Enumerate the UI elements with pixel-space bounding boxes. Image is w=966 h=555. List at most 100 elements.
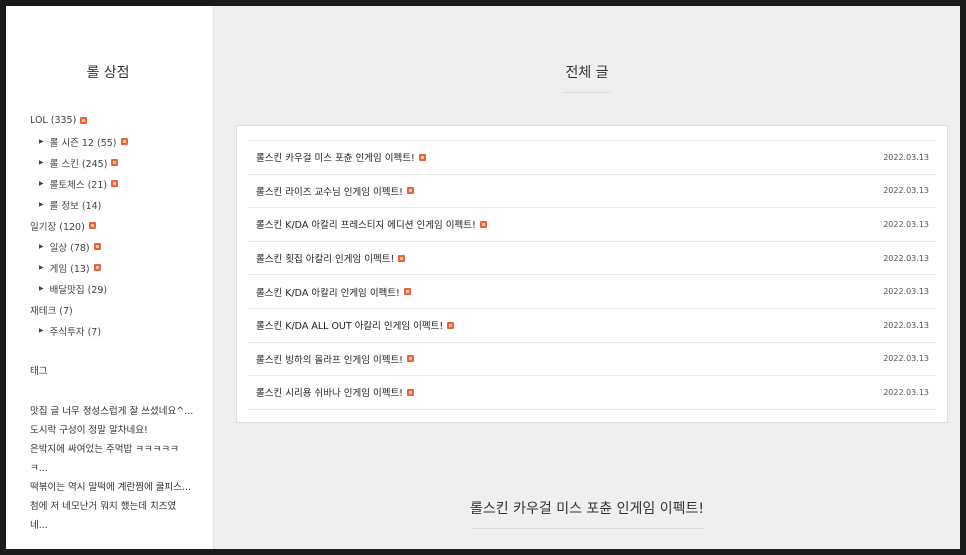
new-badge-icon — [479, 220, 487, 228]
post-row[interactable]: 롤스킨 시리용 쉬바나 인게임 이펙트! 2022.03.13 — [248, 376, 937, 410]
recent-comment[interactable]: 맛집 글 너무 정성스럽게 잘 쓰셨네요^... — [30, 402, 202, 421]
subcategory-item[interactable]: ▶ 주식투자 (7) — [30, 320, 210, 341]
post-title-link[interactable]: 롤스킨 K/DA 아칼리 프레스티지 에디션 인게임 이펙트! — [256, 217, 487, 231]
recent-comments: 맛집 글 너무 정성스럽게 잘 쓰셨네요^... 도시락 구성이 정말 알차네요!… — [30, 402, 202, 535]
new-badge-icon — [447, 321, 455, 329]
subcategory-item[interactable]: ▶ 일상 (78) — [30, 236, 210, 257]
comment-text: 떡볶이는 역시 말떡에 계란찜에 쿨피스... — [30, 482, 191, 493]
post-row[interactable]: 롤스킨 K/DA 아칼리 프레스티지 에디션 인게임 이펙트! 2022.03.1… — [248, 208, 937, 242]
post-title: 롤스킨 라이즈 교수님 인게임 이펙트! — [256, 186, 403, 198]
category-label: 롤토체스 (21) — [49, 179, 108, 191]
subcategory-item[interactable]: ▶ 롤 시즌 12 (55) — [30, 131, 210, 152]
triangle-right-icon: ▶ — [39, 285, 44, 292]
featured-title-underline — [471, 528, 703, 529]
new-badge-icon — [111, 159, 119, 166]
post-title: 롤스킨 시리용 쉬바나 인게임 이펙트! — [256, 388, 403, 400]
post-row[interactable]: 롤스킨 카우걸 미스 포츈 인게임 이펙트! 2022.03.13 — [248, 141, 937, 175]
post-title-link[interactable]: 롤스킨 K/DA ALL OUT 아칼리 인게임 이펙트! — [256, 318, 455, 333]
new-badge-icon — [120, 138, 128, 145]
post-row[interactable]: 롤스킨 횟집 아칼리 인게임 이펙트! 2022.03.13 — [248, 242, 937, 276]
new-badge-icon — [88, 222, 96, 229]
category-label: 재테크 (7) — [30, 305, 73, 317]
category-label: 롤 정보 (14) — [49, 200, 102, 212]
tag-heading: 태그 — [30, 366, 48, 377]
page-frame: 롤 상점 LOL (335) ▶ 롤 시즌 12 (55) ▶ 롤 스킨 (245) ▶ 롤… — [6, 6, 960, 549]
subcategory-item[interactable]: ▶ 게임 (13) — [30, 257, 210, 278]
recent-comment[interactable]: 도시락 구성이 정말 알차네요! — [30, 421, 202, 440]
category-item[interactable]: LOL (335) — [30, 110, 210, 131]
title-underline — [563, 92, 611, 93]
post-date: 2022.03.13 — [883, 152, 929, 162]
comment-text: 맛집 글 너무 정성스럽게 잘 쓰셨네요^... — [30, 406, 194, 417]
triangle-right-icon: ▶ — [39, 201, 44, 208]
post-title: 롤스킨 횟집 아칼리 인게임 이펙트! — [256, 254, 395, 266]
post-date: 2022.03.13 — [883, 320, 929, 330]
sidebar: 롤 상점 LOL (335) ▶ 롤 시즌 12 (55) ▶ 롤 스킨 (245) ▶ 롤… — [6, 6, 214, 549]
recent-comment[interactable]: 은박지에 싸여있는 주먹밥 ㅋㅋㅋㅋㅋ ㅋ... — [30, 440, 202, 478]
post-row[interactable]: 롤스킨 빙하의 올라프 인게임 이펙트! 2022.03.13 — [248, 343, 937, 377]
post-date: 2022.03.13 — [883, 354, 929, 364]
featured-post-title: 롤스킨 카우걸 미스 포츈 인게임 이펙트! — [214, 498, 960, 529]
comment-text: 네... — [30, 520, 48, 531]
post-date: 2022.03.13 — [883, 186, 929, 196]
recent-comment[interactable]: 떡볶이는 역시 말떡에 계란찜에 쿨피스... — [30, 478, 202, 497]
featured-post-title-text[interactable]: 롤스킨 카우걸 미스 포츈 인게임 이펙트! — [470, 501, 704, 517]
post-title: 롤스킨 빙하의 올라프 인게임 이펙트! — [256, 354, 403, 366]
category-label: LOL (335) — [30, 115, 77, 126]
new-badge-icon — [407, 388, 414, 396]
triangle-right-icon: ▶ — [39, 138, 44, 145]
post-title: 롤스킨 카우걸 미스 포츈 인게임 이펙트! — [256, 153, 415, 165]
triangle-right-icon: ▶ — [39, 264, 44, 271]
post-date: 2022.03.13 — [883, 253, 929, 263]
post-row[interactable]: 롤스킨 K/DA ALL OUT 아칼리 인게임 이펙트! 2022.03.13 — [248, 309, 937, 343]
post-title-link[interactable]: 롤스킨 라이즈 교수님 인게임 이펙트! — [256, 184, 414, 198]
post-date: 2022.03.13 — [883, 287, 929, 297]
new-badge-icon — [80, 117, 88, 124]
blog-title[interactable]: 롤 상점 — [6, 62, 210, 82]
new-badge-icon — [407, 187, 414, 195]
new-badge-icon — [398, 254, 406, 262]
category-label: 일기장 (120) — [30, 221, 85, 233]
comment-text: 은박지에 싸여있는 주먹밥 ㅋㅋㅋㅋㅋ — [30, 444, 179, 455]
category-label: 주식투자 (7) — [49, 326, 102, 338]
new-badge-icon — [418, 153, 426, 161]
new-badge-icon — [111, 180, 119, 187]
comment-text: 도시락 구성이 정말 알차네요! — [30, 425, 148, 436]
category-label: 배달맛집 (29) — [49, 284, 108, 296]
triangle-right-icon: ▶ — [39, 180, 44, 187]
triangle-right-icon: ▶ — [39, 327, 44, 334]
subcategory-item[interactable]: ▶ 롤 스킨 (245) — [30, 152, 210, 173]
new-badge-icon — [93, 264, 101, 271]
post-row[interactable]: 롤스킨 K/DA 아칼리 인게임 이펙트! 2022.03.13 — [248, 275, 937, 309]
post-list: 롤스킨 카우걸 미스 포츈 인게임 이펙트! 2022.03.13 롤스킨 라이즈 … — [248, 140, 937, 410]
subcategory-item[interactable]: ▶ 롤토체스 (21) — [30, 173, 210, 194]
post-title-link[interactable]: 롤스킨 빙하의 올라프 인게임 이펙트! — [256, 352, 414, 366]
category-item[interactable]: 재테크 (7) — [30, 299, 210, 320]
category-item[interactable]: 일기장 (120) — [30, 215, 210, 236]
new-badge-icon — [403, 288, 411, 296]
comment-text: ㅋ... — [30, 463, 48, 474]
new-badge-icon — [407, 355, 414, 363]
new-badge-icon — [93, 243, 101, 250]
category-label: 일상 (78) — [49, 242, 90, 254]
post-row[interactable]: 롤스킨 라이즈 교수님 인게임 이펙트! 2022.03.13 — [248, 175, 937, 209]
post-title: 롤스킨 K/DA ALL OUT 아칼리 인게임 이펙트! — [256, 321, 444, 333]
subcategory-item[interactable]: ▶ 배달맛집 (29) — [30, 278, 210, 299]
post-list-panel: 롤스킨 카우걸 미스 포츈 인게임 이펙트! 2022.03.13 롤스킨 라이즈 … — [236, 125, 948, 423]
post-title-link[interactable]: 롤스킨 횟집 아칼리 인게임 이펙트! — [256, 251, 406, 266]
post-title-link[interactable]: 롤스킨 K/DA 아칼리 인게임 이펙트! — [256, 285, 411, 299]
comment-text: 첨에 저 네모난거 뭐지 했는데 치즈였 — [30, 501, 177, 512]
page-title-text: 전체 글 — [565, 65, 609, 81]
triangle-right-icon: ▶ — [39, 159, 44, 166]
subcategory-item[interactable]: ▶ 롤 정보 (14) — [30, 194, 210, 215]
post-date: 2022.03.13 — [883, 219, 929, 229]
category-list: LOL (335) ▶ 롤 시즌 12 (55) ▶ 롤 스킨 (245) ▶ 롤토체스 (… — [30, 110, 210, 341]
post-title-link[interactable]: 롤스킨 시리용 쉬바나 인게임 이펙트! — [256, 385, 414, 399]
triangle-right-icon: ▶ — [39, 243, 44, 250]
post-title: 롤스킨 K/DA 아칼리 프레스티지 에디션 인게임 이펙트! — [256, 220, 476, 232]
category-label: 롤 시즌 12 (55) — [49, 137, 117, 149]
post-title-link[interactable]: 롤스킨 카우걸 미스 포츈 인게임 이펙트! — [256, 150, 426, 164]
category-label: 롤 스킨 (245) — [49, 158, 108, 170]
category-label: 게임 (13) — [49, 263, 90, 275]
recent-comment[interactable]: 첨에 저 네모난거 뭐지 했는데 치즈였네... — [30, 497, 202, 535]
